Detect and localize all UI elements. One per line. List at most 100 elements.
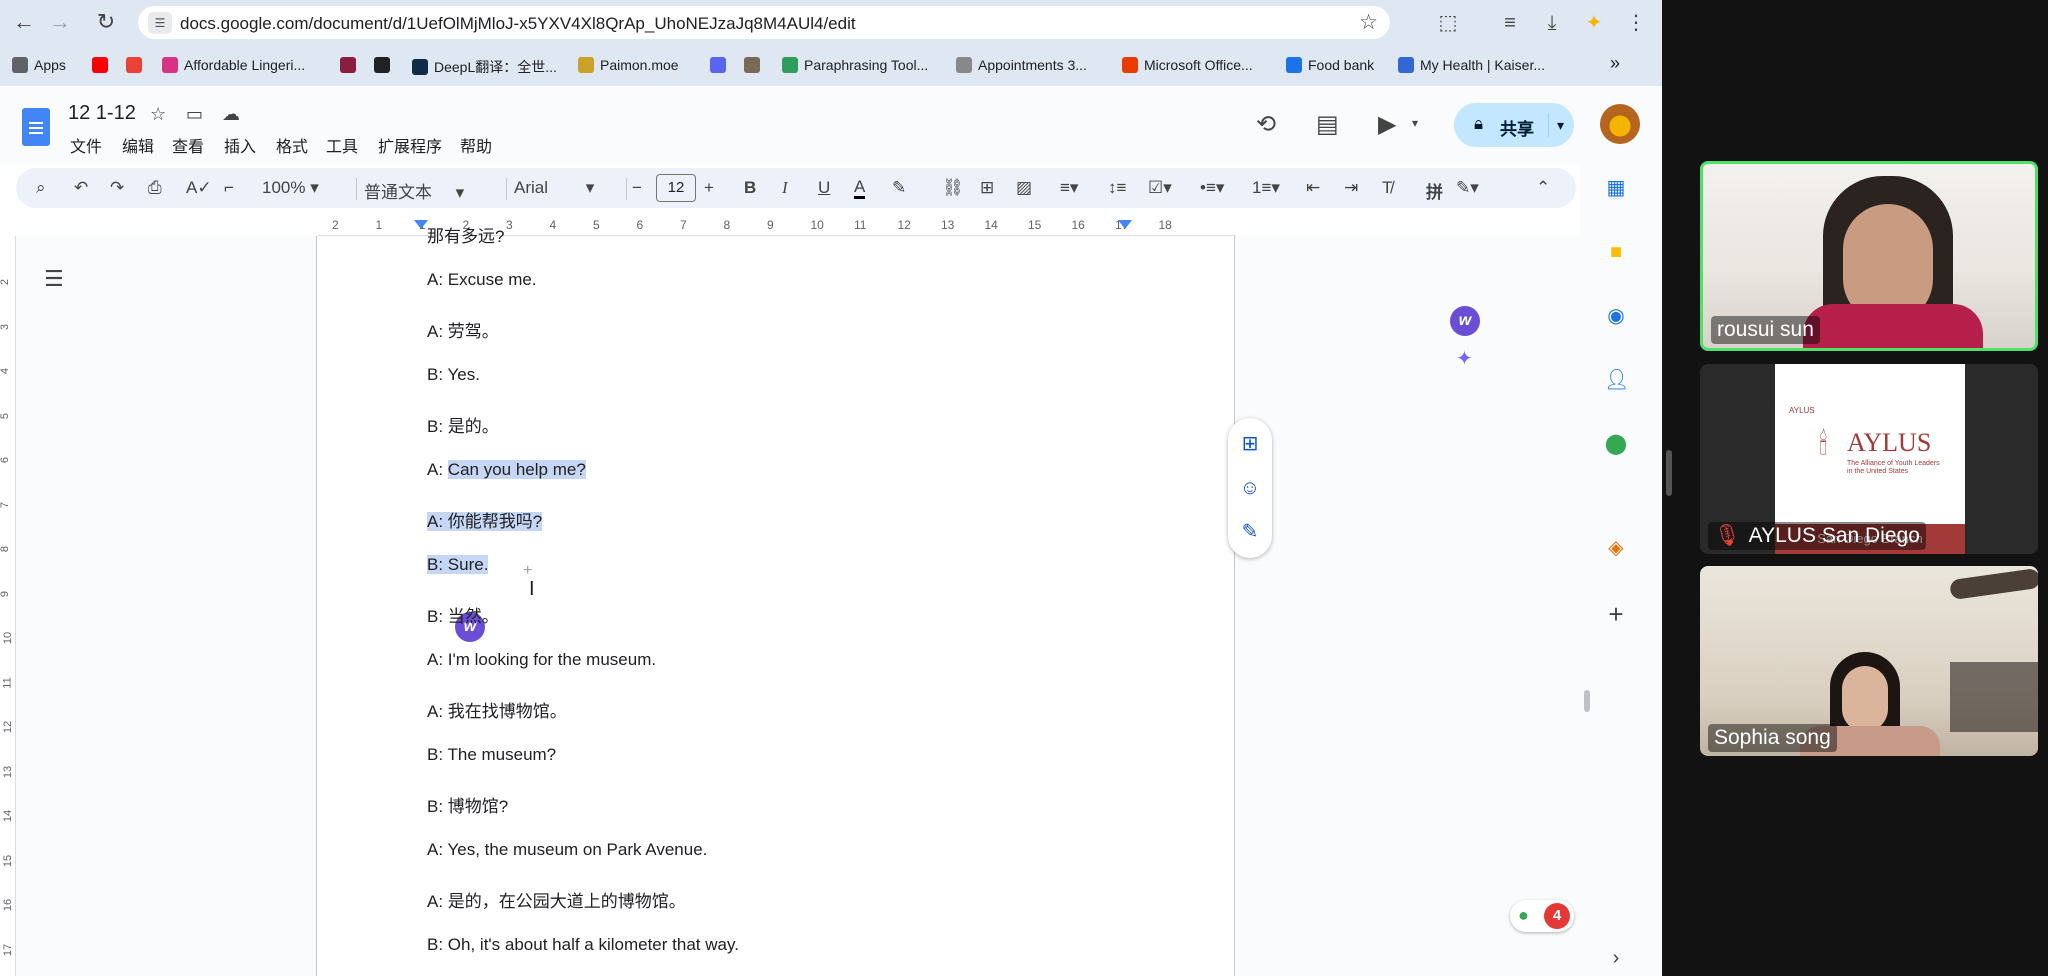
cloud-status-icon[interactable]: ☁ (222, 104, 240, 125)
style-select[interactable]: 普通文本 ▾ (364, 178, 464, 203)
menu-item[interactable]: 格式 (276, 133, 308, 157)
keep-icon[interactable]: ■ (1604, 240, 1628, 264)
undo-icon[interactable]: ↶ (74, 178, 88, 198)
addon-icon[interactable]: ◈ (1604, 536, 1628, 560)
writing-assistant-icon[interactable]: w (1450, 306, 1480, 336)
menu-item[interactable]: 帮助 (460, 133, 492, 157)
document-line[interactable]: A: I'm looking for the museum. (427, 650, 656, 670)
tasks-icon[interactable]: ◉ (1604, 304, 1628, 328)
scrollbar-thumb[interactable] (1584, 690, 1590, 712)
download-icon[interactable]: ⤓ (1538, 9, 1566, 37)
highlight-icon[interactable]: ✎ (892, 178, 906, 198)
zoom-select[interactable]: 100% ▾ (262, 178, 319, 198)
bookmark-item[interactable]: My Health | Kaiser... (1398, 57, 1545, 73)
document-line[interactable]: A: Can you help me? (427, 459, 586, 480)
meet-icon[interactable]: ▶ (1378, 110, 1396, 139)
extensions-icon[interactable]: ⬚ (1434, 9, 1462, 37)
bulleted-list-icon[interactable]: •≡▾ (1200, 178, 1224, 198)
move-folder-icon[interactable]: ▭ (186, 104, 203, 125)
media-control-icon[interactable]: ≡ (1496, 9, 1524, 37)
docs-logo-icon[interactable] (22, 108, 50, 146)
star-icon[interactable]: ☆ (150, 104, 166, 125)
italic-icon[interactable]: I (782, 178, 788, 198)
menu-item[interactable]: 文件 (70, 133, 102, 157)
participant-tile[interactable]: AYLUS 🕯︎ AYLUS The Alliance of Youth Lea… (1700, 364, 2038, 554)
add-icon[interactable]: ✦ (1456, 346, 1473, 371)
document-line[interactable]: B: 是的。 (427, 412, 499, 437)
bookmark-item[interactable] (374, 57, 396, 73)
underline-icon[interactable]: U (818, 178, 830, 198)
bookmark-item[interactable] (710, 57, 732, 73)
document-line[interactable]: A: 是的，在公园大道上的博物馆。 (427, 887, 686, 912)
redo-icon[interactable]: ↷ (110, 178, 124, 198)
maps-icon[interactable]: ⬤ (1604, 432, 1628, 456)
document-line[interactable]: 那有多远? (427, 222, 504, 247)
reload-icon[interactable]: ↻ (92, 8, 120, 36)
right-indent-marker[interactable] (1118, 220, 1132, 229)
line-spacing-icon[interactable]: ↕≡ (1108, 178, 1126, 198)
emoji-reaction-icon[interactable]: ☺ (1238, 476, 1262, 500)
add-comment-icon[interactable]: ⊞ (1238, 432, 1262, 456)
forward-arrow-icon[interactable]: → (46, 8, 74, 36)
document-line[interactable]: A: 劳驾。 (427, 317, 499, 342)
bookmark-item[interactable] (126, 57, 148, 73)
search-menus-icon[interactable]: ⌕ (36, 178, 46, 198)
account-avatar[interactable] (1600, 104, 1640, 144)
calendar-icon[interactable]: ▦ (1604, 176, 1628, 200)
menu-item[interactable]: 扩展程序 (378, 133, 442, 157)
document-line[interactable]: A: Yes, the museum on Park Avenue. (427, 840, 707, 860)
decrease-font-icon[interactable]: − (632, 178, 642, 198)
bookmark-star-icon[interactable]: ☆ (1359, 10, 1378, 35)
more-bookmarks-icon[interactable]: » (1610, 53, 1620, 74)
menu-item[interactable]: 查看 (172, 133, 204, 157)
share-dropdown-icon[interactable]: ▾ (1548, 113, 1564, 137)
version-history-icon[interactable]: ⟲ (1256, 110, 1276, 139)
participant-tile[interactable]: rousui sun (1700, 161, 2038, 351)
numbered-list-icon[interactable]: 1≡▾ (1252, 178, 1280, 198)
link-icon[interactable]: ⛓ (942, 178, 964, 198)
bookmark-item[interactable]: Microsoft Office... (1122, 57, 1253, 73)
share-button[interactable]: 🔒︎ 共享 ▾ (1454, 103, 1574, 147)
bookmark-item[interactable]: Paraphrasing Tool... (782, 57, 928, 73)
document-line[interactable]: B: Oh, it's about half a kilometer that … (427, 935, 739, 955)
document-page[interactable]: + w I ⊞ ☺ ✎ 那有多远? A: Excuse me. A: 劳驾。 B: Y… (316, 227, 1272, 976)
document-outline-icon[interactable]: ☰ (44, 266, 64, 292)
menu-item[interactable]: 插入 (224, 133, 256, 157)
font-size-input[interactable]: 12 (656, 174, 696, 202)
align-icon[interactable]: ≡▾ (1060, 178, 1078, 198)
bold-icon[interactable]: B (744, 178, 756, 198)
collapse-toolbar-icon[interactable]: ⌃ (1536, 178, 1550, 198)
bookmark-item[interactable]: DeepL翻译：全世... (412, 57, 557, 77)
bookmark-item[interactable] (92, 57, 114, 73)
profile-icon[interactable]: ✦ (1580, 9, 1608, 37)
document-line[interactable]: B: 博物馆? (427, 792, 508, 817)
decrease-indent-icon[interactable]: ⇤ (1306, 178, 1320, 198)
add-comment-icon[interactable]: ⊞ (980, 178, 994, 198)
bookmark-item[interactable]: Paimon.moe (578, 57, 679, 73)
site-info-icon[interactable]: ☰ (148, 12, 172, 34)
font-select[interactable]: Arial ▾ (514, 178, 594, 198)
vertical-ruler[interactable]: 2 3 4 5 6 7 8 9 10 11 12 13 14 15 16 17 (0, 236, 16, 976)
document-line[interactable]: A: 你能帮我吗? (427, 507, 543, 532)
panel-resize-handle[interactable] (1666, 450, 1672, 496)
hide-panel-icon[interactable]: › (1604, 946, 1628, 970)
participant-tile[interactable]: Sophia song (1700, 566, 2038, 756)
menu-item[interactable]: 编辑 (122, 133, 154, 157)
insert-image-icon[interactable]: ▨ (1016, 178, 1032, 198)
bookmark-item[interactable] (340, 57, 362, 73)
addon-badge[interactable]: ● 4 (1510, 900, 1574, 932)
checklist-icon[interactable]: ☑▾ (1148, 178, 1172, 198)
address-bar[interactable]: ☰ docs.google.com/document/d/1UefOlMjMlo… (138, 6, 1390, 39)
bookmark-item[interactable] (744, 57, 766, 73)
paint-format-icon[interactable]: ⌐ (224, 178, 234, 198)
menu-item[interactable]: 工具 (326, 133, 358, 157)
input-tools-icon[interactable]: 拼 (1426, 178, 1443, 203)
contacts-icon[interactable]: 👤︎ (1604, 368, 1629, 392)
indent-marker[interactable] (414, 220, 428, 229)
add-addon-icon[interactable]: + (1604, 601, 1628, 627)
comments-icon[interactable]: ▤ (1316, 110, 1339, 139)
document-title[interactable]: 12 1-12 (68, 102, 136, 125)
back-arrow-icon[interactable]: ← (10, 8, 38, 36)
increase-indent-icon[interactable]: ⇥ (1344, 178, 1358, 198)
document-line[interactable]: B: Sure. (427, 554, 489, 575)
